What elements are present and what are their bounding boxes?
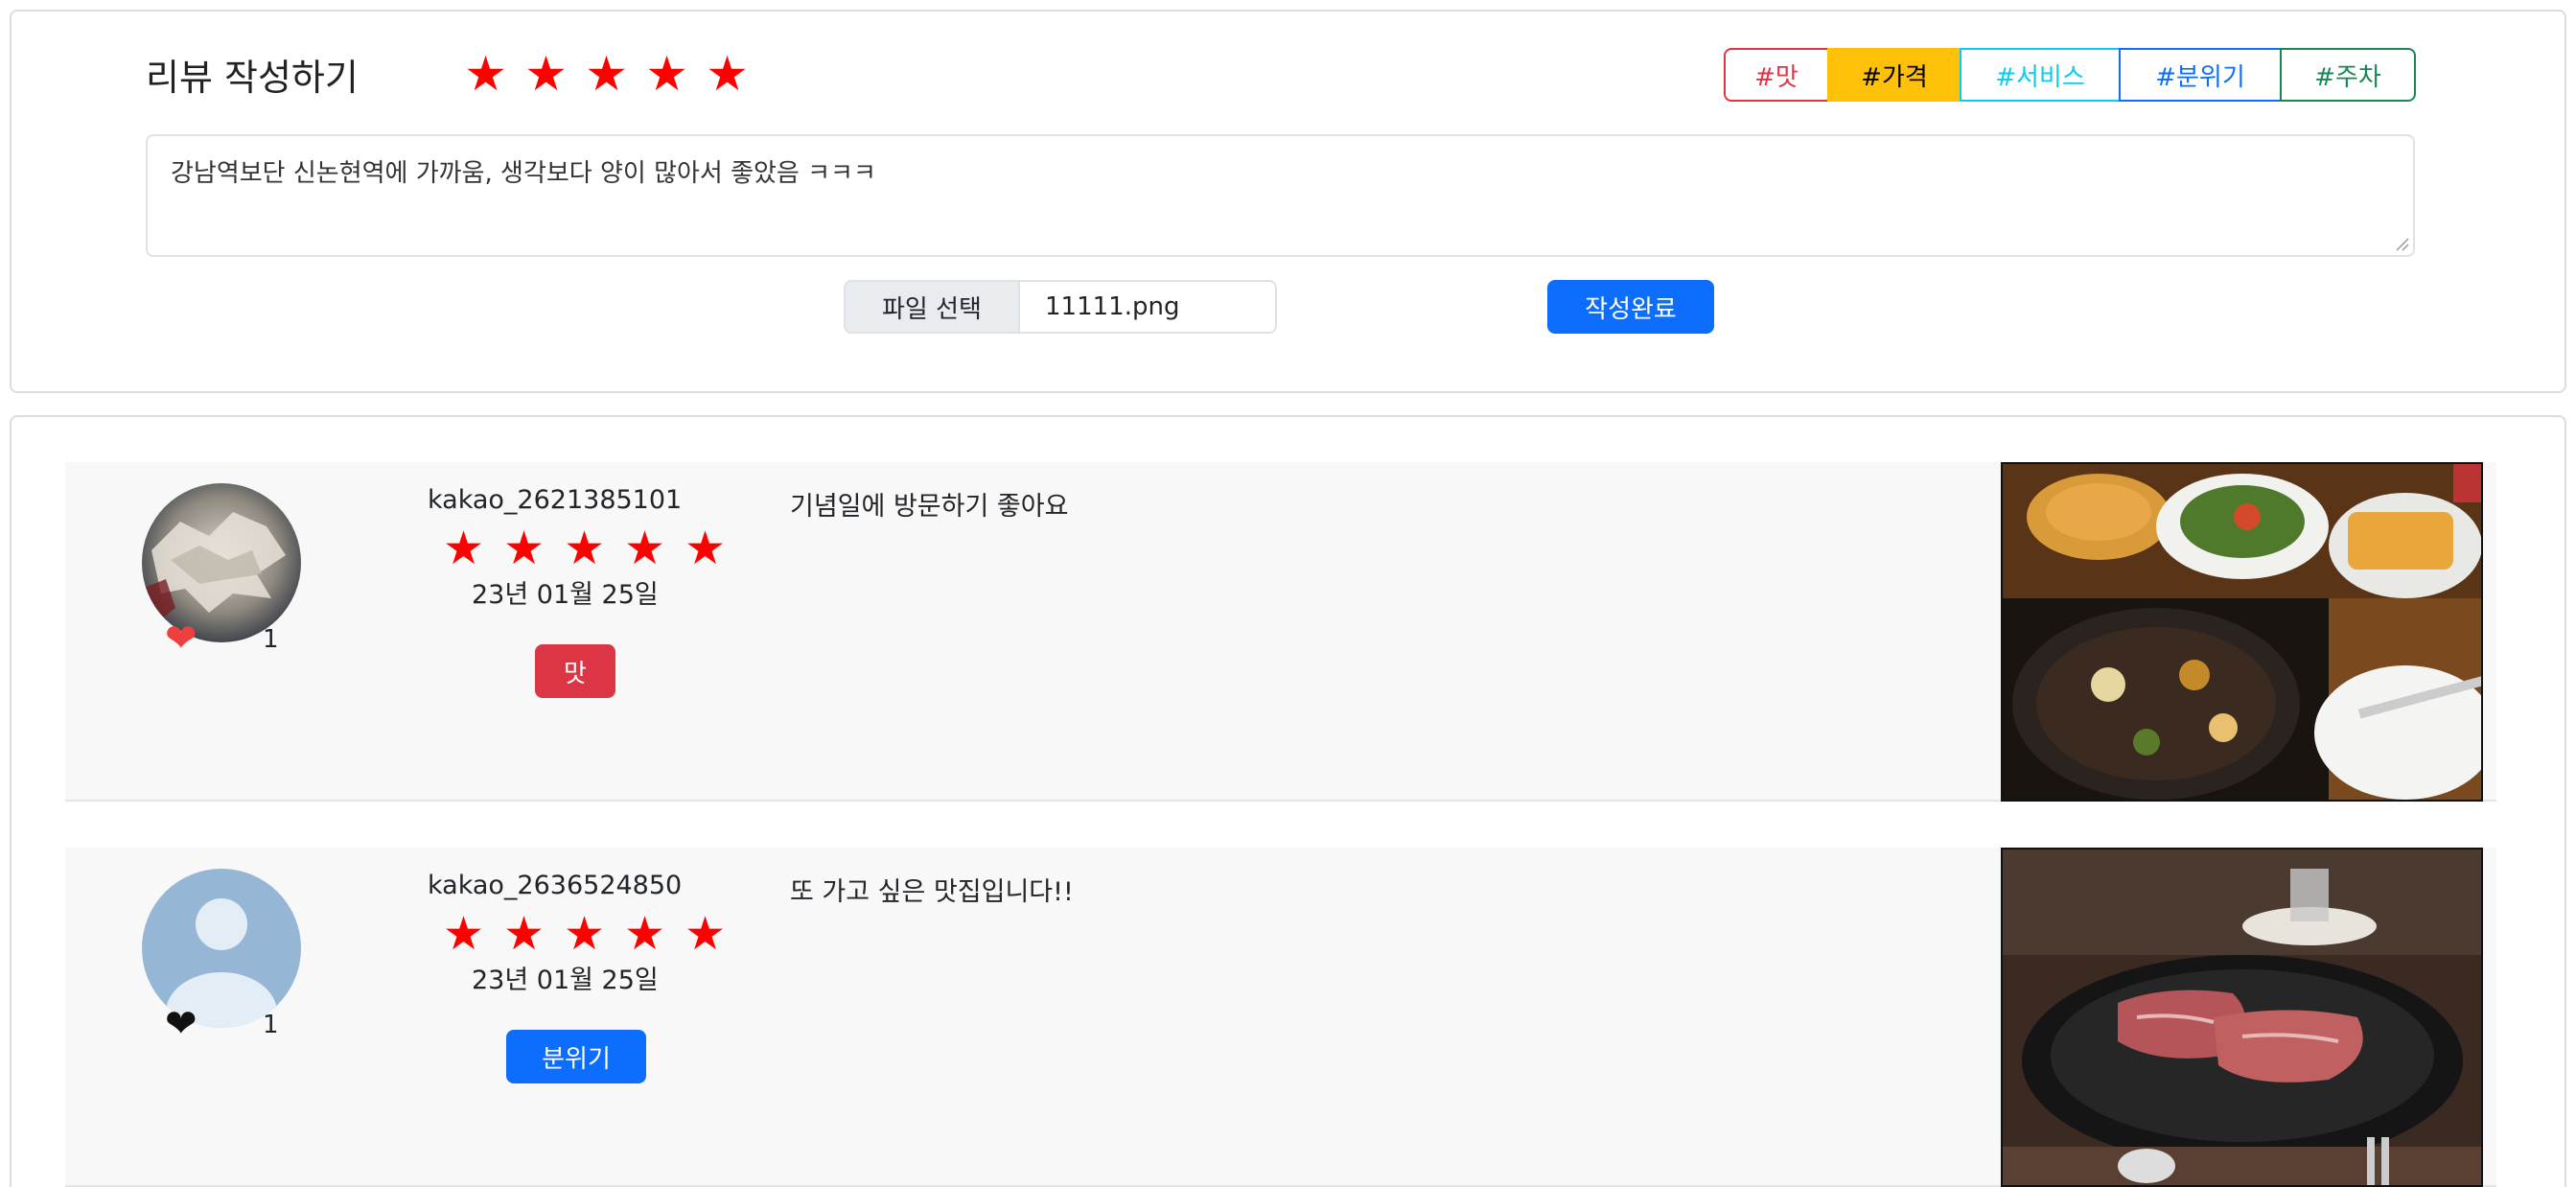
like-count: 1	[263, 1011, 279, 1039]
file-name-label: 11111.png	[1045, 292, 1180, 321]
rating-star: ★	[442, 907, 485, 961]
rating-star: ★	[684, 522, 727, 575]
review-photo[interactable]	[2001, 462, 2483, 802]
tag-mood-button[interactable]: #분위기	[2119, 48, 2282, 102]
category-badge: 맛	[535, 644, 615, 698]
review-text: 또 가고 싶은 맛집입니다!!	[790, 877, 1074, 907]
rating-star: ★	[563, 907, 606, 961]
rating-star[interactable]: ★	[521, 50, 571, 98]
rating-star: ★	[623, 907, 666, 961]
category-badge: 분위기	[506, 1030, 646, 1083]
tag-button-group: #맛 #가격 #서비스 #분위기 #주차	[1724, 48, 2416, 102]
rating-star[interactable]: ★	[702, 50, 753, 98]
rating-star: ★	[442, 522, 485, 575]
submit-button[interactable]: 작성완료	[1547, 280, 1714, 334]
tag-taste-button[interactable]: #맛	[1724, 48, 1829, 102]
page-title: 리뷰 작성하기	[146, 57, 359, 99]
review-rating: ★ ★ ★ ★ ★	[437, 911, 731, 957]
rating-star[interactable]: ★	[581, 50, 632, 98]
heart-icon[interactable]: ❤	[165, 1005, 197, 1043]
rating-input[interactable]: ★ ★ ★ ★ ★	[460, 50, 753, 98]
rating-star: ★	[623, 522, 666, 575]
review-text-value: 강남역보단 신논현역에 가까움, 생각보다 양이 많아서 좋았음 ㅋㅋㅋ	[171, 159, 876, 188]
tag-service-button[interactable]: #서비스	[1960, 48, 2121, 102]
like-count: 1	[263, 625, 279, 654]
review-username: kakao_2621385101	[428, 485, 683, 515]
review-date: 23년 01월 25일	[472, 580, 659, 610]
resize-handle-icon[interactable]	[2394, 236, 2409, 251]
rating-star[interactable]: ★	[641, 50, 692, 98]
review-item: ❤ 1 kakao_2636524850 ★ ★ ★ ★ ★ 23년 01월 2…	[65, 848, 2496, 1187]
review-photo[interactable]	[2001, 848, 2483, 1187]
review-rating: ★ ★ ★ ★ ★	[437, 525, 731, 571]
tag-parking-button[interactable]: #주차	[2280, 48, 2416, 102]
heart-icon[interactable]: ❤	[165, 619, 197, 658]
review-text: 기념일에 방문하기 좋아요	[790, 492, 1069, 522]
rating-star: ★	[502, 522, 545, 575]
review-item: ❤ 1 kakao_2621385101 ★ ★ ★ ★ ★ 23년 01월 2…	[65, 462, 2496, 802]
rating-star[interactable]: ★	[460, 50, 511, 98]
review-username: kakao_2636524850	[428, 871, 683, 900]
rating-star: ★	[502, 907, 545, 961]
file-select-button[interactable]: 파일 선택	[846, 282, 1020, 332]
review-text-input[interactable]: 강남역보단 신논현역에 가까움, 생각보다 양이 많아서 좋았음 ㅋㅋㅋ	[146, 134, 2415, 257]
file-input[interactable]: 파일 선택 11111.png	[844, 280, 1277, 334]
rating-star: ★	[563, 522, 606, 575]
review-date: 23년 01월 25일	[472, 966, 659, 995]
tag-price-button[interactable]: #가격	[1827, 48, 1961, 102]
rating-star: ★	[684, 907, 727, 961]
